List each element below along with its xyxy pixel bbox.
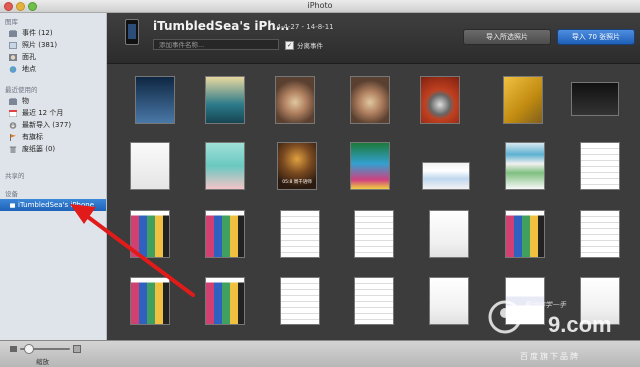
watermark-tagline: 百度旗下品牌 <box>520 352 580 361</box>
zoom-knob[interactable] <box>24 344 34 354</box>
watermark: 看动作学一手 9.com 百度旗下品牌 <box>488 300 638 364</box>
zoom-label: 缩放 <box>36 358 49 366</box>
watermark-script: 看动作学一手 <box>524 301 566 309</box>
large-thumbnail-icon <box>73 345 81 353</box>
brand-logo-icon <box>488 300 522 334</box>
zoom-slider[interactable] <box>10 344 81 354</box>
watermark-brand: 9.com <box>548 312 612 337</box>
small-thumbnail-icon <box>10 346 17 352</box>
